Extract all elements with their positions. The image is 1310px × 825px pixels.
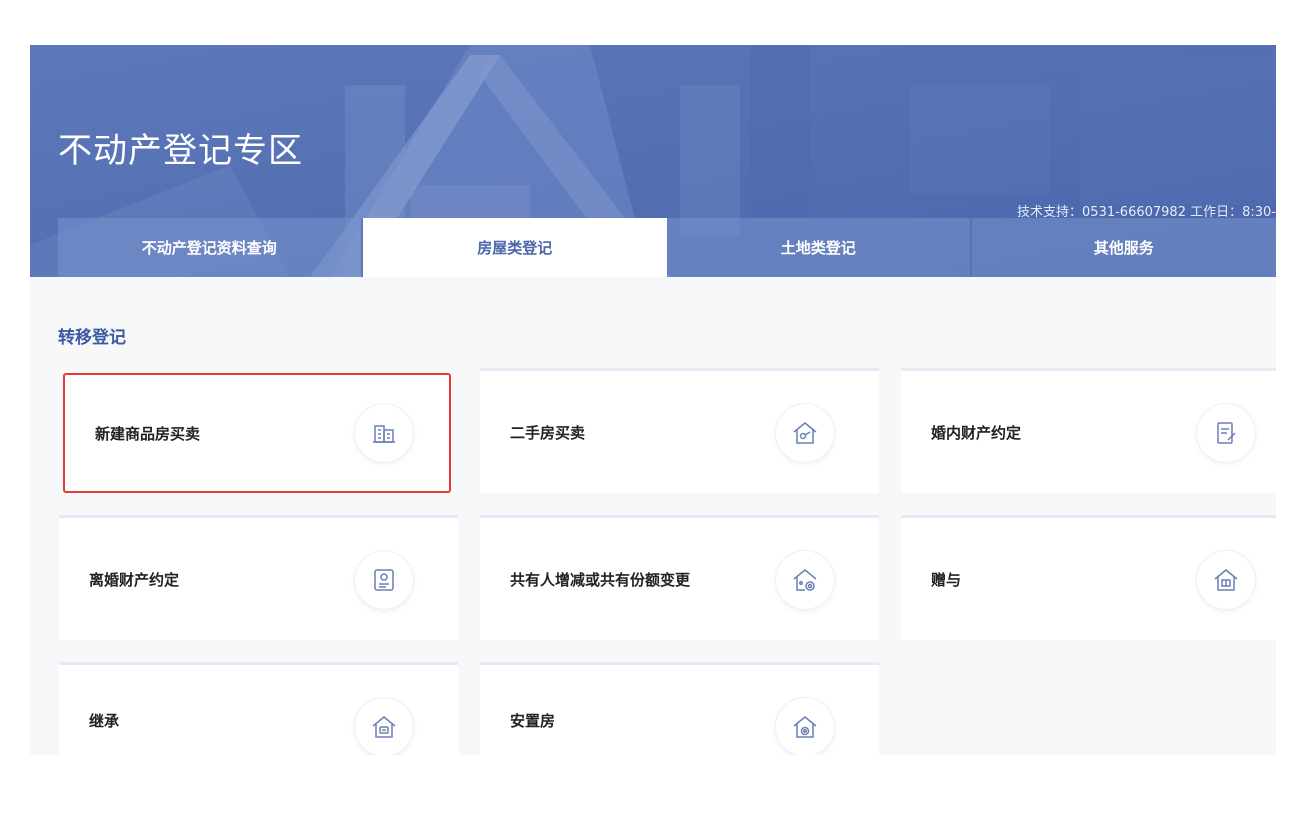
card-co-owner-change[interactable]: 共有人增减或共有份额变更 [480,515,879,640]
house-gift-icon [1197,551,1255,609]
card-marital-property[interactable]: 婚内财产约定 [901,368,1276,493]
card-label: 继承 [89,711,120,730]
card-divorce-property[interactable]: 离婚财产约定 [59,515,458,640]
header-banner: 不动产登记专区 技术支持：0531-66607982 工作日：8:30- 不动产… [30,45,1276,277]
certificate-icon [355,551,413,609]
card-second-hand-housing[interactable]: 二手房买卖 [480,368,879,493]
page-frame: 不动产登记专区 技术支持：0531-66607982 工作日：8:30- 不动产… [30,45,1276,755]
card-inheritance[interactable]: 继承 [59,662,458,755]
tab-land-registration[interactable]: 土地类登记 [667,218,972,277]
house-inherit-icon [355,698,413,755]
card-label: 离婚财产约定 [89,570,180,589]
house-key-icon [776,404,834,462]
category-tabs: 不动产登记资料查询 房屋类登记 土地类登记 其他服务 [58,218,1276,277]
section-title: 转移登记 [58,328,126,348]
document-pen-icon [1197,404,1255,462]
card-label: 赠与 [931,570,962,589]
tab-property-records[interactable]: 不动产登记资料查询 [58,218,363,277]
card-resettlement-housing[interactable]: 安置房 [480,662,879,755]
page-title: 不动产登记专区 [58,131,303,171]
card-label: 共有人增减或共有份额变更 [510,570,691,589]
house-resettle-icon [776,698,834,755]
card-label: 新建商品房买卖 [95,424,201,443]
house-share-icon [776,551,834,609]
card-new-commercial-housing[interactable]: 新建商品房买卖 [63,373,451,493]
card-label: 二手房买卖 [510,423,586,442]
building-icon [355,404,413,462]
card-gift[interactable]: 赠与 [901,515,1276,640]
tab-other-services[interactable]: 其他服务 [971,218,1276,277]
tab-housing-registration[interactable]: 房屋类登记 [362,218,667,277]
card-label: 安置房 [510,711,556,730]
card-label: 婚内财产约定 [931,423,1022,442]
